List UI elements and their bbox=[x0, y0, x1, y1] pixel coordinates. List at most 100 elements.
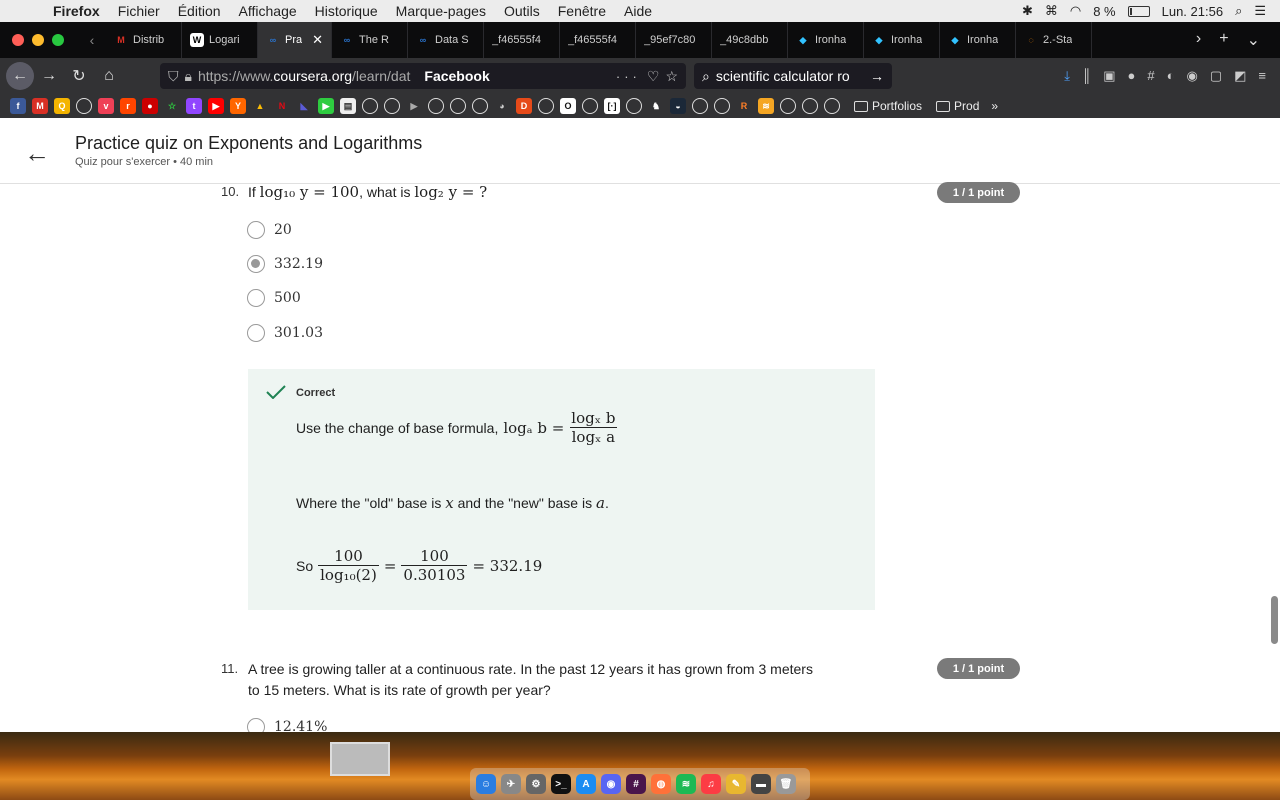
browser-tab[interactable]: _49c8dbb bbox=[712, 22, 788, 58]
globe-icon[interactable] bbox=[582, 98, 598, 114]
pocket-icon[interactable]: ♡ bbox=[647, 68, 660, 85]
browser-tab[interactable]: ◆ Ironha bbox=[864, 22, 940, 58]
reddit-icon[interactable]: r bbox=[120, 98, 136, 114]
play-icon[interactable]: ▶ bbox=[318, 98, 334, 114]
radio-button[interactable] bbox=[247, 255, 265, 273]
browser-tab[interactable]: ∞ The R bbox=[332, 22, 408, 58]
firefox-icon[interactable]: ◍ bbox=[651, 774, 671, 794]
sidebar-icon[interactable]: ▣ bbox=[1103, 68, 1115, 84]
ycombinator-icon[interactable]: Y bbox=[230, 98, 246, 114]
browser-tab[interactable]: M Distrib bbox=[106, 22, 182, 58]
facebook-icon[interactable]: f bbox=[10, 98, 26, 114]
chess-icon[interactable]: ♞ bbox=[648, 98, 664, 114]
play-small-icon[interactable]: ▶ bbox=[406, 98, 422, 114]
globe-icon[interactable] bbox=[538, 98, 554, 114]
wifi-icon[interactable]: ◠ bbox=[1070, 3, 1081, 19]
o-bookmark-icon[interactable]: O bbox=[560, 98, 576, 114]
radio-button[interactable] bbox=[247, 324, 265, 342]
netflix-icon[interactable]: N bbox=[274, 98, 290, 114]
globe-icon[interactable] bbox=[802, 98, 818, 114]
reload-icon[interactable]: ↻ bbox=[64, 61, 94, 91]
search-bar[interactable]: ⌕ scientific calculator ro → bbox=[694, 63, 892, 89]
page-actions-icon[interactable]: ··· bbox=[616, 69, 641, 84]
spotify-icon[interactable]: ≋ bbox=[676, 774, 696, 794]
trash-icon[interactable]: 🗑︎ bbox=[776, 774, 796, 794]
keyboard-icon[interactable]: ⌘ bbox=[1045, 3, 1058, 19]
spotlight-icon[interactable]: ⌕ bbox=[1235, 3, 1242, 19]
browser-tab[interactable]: ◌ 2.-Sta bbox=[1016, 22, 1092, 58]
globe-icon[interactable] bbox=[472, 98, 488, 114]
globe-icon[interactable] bbox=[384, 98, 400, 114]
tab-scroll-left-icon[interactable]: ‹ bbox=[78, 32, 106, 48]
star-icon[interactable]: ☆ bbox=[164, 98, 180, 114]
menu-historique[interactable]: Historique bbox=[306, 3, 387, 19]
bookmark-star-icon[interactable]: ☆ bbox=[665, 68, 678, 85]
answer-option[interactable]: 20 bbox=[247, 221, 292, 239]
more-bookmarks-icon[interactable]: » bbox=[991, 99, 998, 113]
answer-option[interactable]: 332.19 bbox=[247, 255, 323, 273]
zoom-window-button[interactable] bbox=[52, 34, 64, 46]
list-all-tabs-icon[interactable]: ⌄ bbox=[1247, 30, 1260, 50]
preview-icon[interactable]: ✎ bbox=[726, 774, 746, 794]
menu-fichier[interactable]: Fichier bbox=[109, 3, 169, 19]
back-arrow-icon[interactable]: ← bbox=[24, 138, 50, 169]
drive-icon[interactable]: ▲ bbox=[252, 98, 268, 114]
globe-icon[interactable] bbox=[824, 98, 840, 114]
menu-fenetre[interactable]: Fenêtre bbox=[549, 3, 615, 19]
youtube-icon[interactable]: ▶ bbox=[208, 98, 224, 114]
app-store-icon[interactable]: A bbox=[576, 774, 596, 794]
bookmark-folder-prod[interactable]: Prod bbox=[936, 99, 979, 113]
lock-icon[interactable]: 🔒︎ bbox=[185, 68, 192, 85]
slack-icon[interactable]: # bbox=[626, 774, 646, 794]
radio-button[interactable] bbox=[247, 289, 265, 307]
minimize-window-button[interactable] bbox=[32, 34, 44, 46]
tracking-shield-icon[interactable]: ⛉ bbox=[168, 68, 179, 85]
stack-bookmark-icon[interactable]: ≋ bbox=[758, 98, 774, 114]
browser-tab[interactable]: _f46555f4 bbox=[560, 22, 636, 58]
downloads-icon[interactable]: ⤓ bbox=[1064, 68, 1070, 84]
tab-scroll-right-icon[interactable]: › bbox=[1196, 30, 1201, 50]
gmail-icon[interactable]: M bbox=[32, 98, 48, 114]
close-window-button[interactable] bbox=[12, 34, 24, 46]
globe-icon[interactable] bbox=[76, 98, 92, 114]
control-center-icon[interactable]: ☰ bbox=[1254, 3, 1266, 19]
discord-icon[interactable]: ◉ bbox=[601, 774, 621, 794]
globe-icon[interactable] bbox=[450, 98, 466, 114]
menu-affichage[interactable]: Affichage bbox=[230, 3, 306, 19]
bluetooth-icon[interactable]: ✱ bbox=[1022, 3, 1033, 19]
search-go-icon[interactable]: → bbox=[870, 68, 884, 84]
keep-icon[interactable]: Q bbox=[54, 98, 70, 114]
back-icon[interactable]: ← bbox=[6, 62, 34, 90]
extension-icon[interactable]: # bbox=[1147, 68, 1154, 84]
extension-icon[interactable]: ▢ bbox=[1210, 68, 1222, 84]
globe-icon[interactable] bbox=[692, 98, 708, 114]
scrollbar-thumb[interactable] bbox=[1271, 596, 1278, 644]
answer-option[interactable]: 301.03 bbox=[247, 324, 323, 342]
answer-option[interactable]: 12.41% bbox=[247, 718, 327, 732]
r-bookmark-icon[interactable]: R bbox=[736, 98, 752, 114]
radio-button[interactable] bbox=[247, 718, 265, 732]
globe-icon[interactable] bbox=[362, 98, 378, 114]
terminal-icon[interactable]: >_ bbox=[551, 774, 571, 794]
music-icon[interactable]: ♫ bbox=[701, 774, 721, 794]
radio-button[interactable] bbox=[247, 221, 265, 239]
bookmark-folder-portfolios[interactable]: Portfolios bbox=[854, 99, 922, 113]
globe-icon[interactable] bbox=[714, 98, 730, 114]
new-tab-icon[interactable]: + bbox=[1219, 30, 1228, 50]
clock[interactable]: Lun. 21:56 bbox=[1162, 4, 1223, 19]
browser-tab[interactable]: ∞ Data S bbox=[408, 22, 484, 58]
menu-icon[interactable]: ≡ bbox=[1258, 68, 1266, 84]
menu-app-firefox[interactable]: Firefox bbox=[44, 3, 109, 19]
account-icon[interactable]: ● bbox=[1128, 68, 1136, 84]
extension-icon[interactable]: ◩ bbox=[1234, 68, 1246, 84]
browser-tab[interactable]: W Logari bbox=[182, 22, 258, 58]
globe-icon[interactable] bbox=[428, 98, 444, 114]
twitch-icon[interactable]: t bbox=[186, 98, 202, 114]
pocket-icon[interactable]: v bbox=[98, 98, 114, 114]
home-icon[interactable]: ⌂ bbox=[94, 61, 124, 91]
github-icon[interactable]: ◕ bbox=[494, 98, 510, 114]
bracket-bookmark-icon[interactable]: [·] bbox=[604, 98, 620, 114]
globe-icon[interactable] bbox=[780, 98, 796, 114]
red-circle-icon[interactable]: ● bbox=[142, 98, 158, 114]
globe-icon[interactable] bbox=[626, 98, 642, 114]
